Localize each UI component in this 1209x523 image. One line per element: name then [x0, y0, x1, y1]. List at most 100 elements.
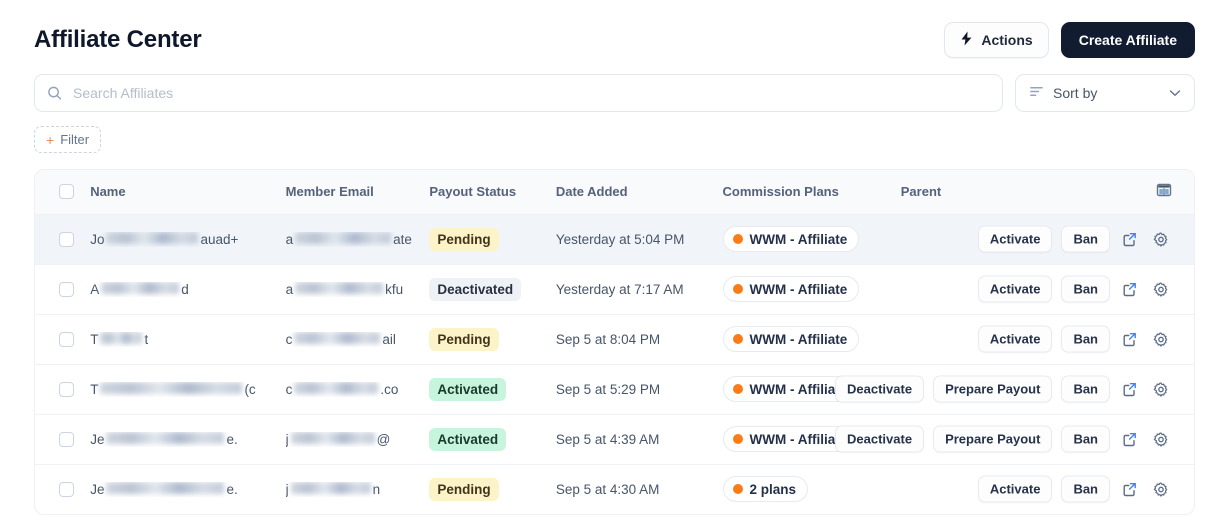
- select-all-checkbox[interactable]: [59, 184, 74, 200]
- row-select-cell: [35, 364, 91, 415]
- email-suffix: kfu: [385, 281, 404, 297]
- header-name[interactable]: Name: [90, 170, 286, 215]
- add-filter-button[interactable]: + Filter: [34, 126, 102, 153]
- row-checkbox[interactable]: [59, 431, 74, 447]
- row-checkbox[interactable]: [59, 331, 74, 347]
- filter-button-label: Filter: [60, 132, 90, 147]
- name-prefix: Je: [90, 431, 105, 447]
- row-action-deactivate-button[interactable]: Deactivate: [835, 375, 925, 403]
- commission-plan-pill[interactable]: WWM - Affiliate: [722, 276, 860, 302]
- gear-icon[interactable]: [1150, 478, 1172, 500]
- gear-icon[interactable]: [1150, 378, 1172, 400]
- plus-icon: +: [46, 131, 55, 148]
- page-title: Affiliate Center: [34, 26, 202, 53]
- header-parent[interactable]: Parent: [900, 170, 1079, 215]
- header-member-email[interactable]: Member Email: [285, 170, 430, 215]
- commission-plan-pill[interactable]: WWM - Affiliate: [722, 226, 860, 252]
- row-action-ban-button[interactable]: Ban: [1061, 375, 1110, 403]
- cell-payout-status: Pending: [429, 314, 556, 365]
- row-checkbox[interactable]: [59, 281, 74, 297]
- cell-row-actions: Activate Ban: [977, 314, 1194, 365]
- email-suffix: n: [372, 482, 381, 498]
- column-layout-icon[interactable]: [1156, 182, 1172, 201]
- cell-date-added: Sep 5 at 4:39 AM: [555, 414, 723, 465]
- external-link-icon[interactable]: [1119, 278, 1141, 300]
- table-body: Jo auad+ a ate Pending Yesterday at 5:04 PM WW…: [35, 214, 1194, 514]
- search-icon: [47, 86, 62, 101]
- cell-payout-status: Deactivated: [429, 264, 556, 315]
- gear-icon[interactable]: [1150, 228, 1172, 250]
- table-row[interactable]: Tt c ail Pending Sep 5 at 8:04 PM WWM - Affil…: [35, 314, 1194, 365]
- name-prefix: T: [90, 331, 99, 347]
- email-prefix: a: [285, 281, 294, 297]
- cell-row-actions: Deactivate Prepare Payout Ban: [835, 414, 1194, 465]
- external-link-icon[interactable]: [1119, 428, 1141, 450]
- redacted-text: [106, 231, 199, 244]
- gear-icon[interactable]: [1150, 428, 1172, 450]
- redacted-text: [295, 231, 392, 244]
- external-link-icon[interactable]: [1119, 328, 1141, 350]
- row-select-cell: [35, 464, 90, 514]
- row-action-prepare-payout-button[interactable]: Prepare Payout: [933, 375, 1053, 403]
- row-action-activate-button[interactable]: Activate: [977, 275, 1053, 303]
- cell-date-added: Sep 5 at 4:30 AM: [555, 481, 660, 497]
- row-action-ban-button[interactable]: Ban: [1061, 325, 1110, 353]
- table-row[interactable]: Je e. j @ Activated Sep 5 at 4:39 AM WWM - Aff…: [35, 414, 1194, 465]
- header-payout-status[interactable]: Payout Status: [429, 170, 556, 215]
- actions-button[interactable]: Actions: [944, 22, 1049, 58]
- row-select-cell: [35, 414, 91, 465]
- redacted-text: [101, 281, 180, 294]
- redacted-text: [290, 431, 375, 444]
- table-row[interactable]: Ad a kfu Deactivated Yesterday at 7:17 AM WWM…: [35, 264, 1194, 315]
- cell-member-email: j @: [285, 414, 430, 465]
- status-badge: Activated: [429, 427, 507, 451]
- commission-plan-pill[interactable]: 2 plans: [722, 476, 809, 503]
- row-action-ban-button[interactable]: Ban: [1061, 275, 1110, 303]
- header-commission-plans[interactable]: Commission Plans: [722, 170, 901, 215]
- row-checkbox[interactable]: [59, 481, 74, 497]
- gear-icon[interactable]: [1150, 278, 1172, 300]
- sort-by-button[interactable]: Sort by: [1015, 74, 1195, 112]
- external-link-icon[interactable]: [1119, 478, 1141, 500]
- create-affiliate-button[interactable]: Create Affiliate: [1060, 22, 1195, 58]
- row-action-activate-button[interactable]: Activate: [977, 225, 1053, 253]
- commission-plan-label: WWM - Affiliate: [749, 431, 848, 447]
- sort-lines-icon: [1029, 84, 1044, 102]
- email-prefix: c: [285, 331, 293, 347]
- redacted-text: [294, 331, 381, 344]
- table-row[interactable]: Je e. j n Pending Sep 5 at 4:30 AM 2 plans Acti…: [35, 464, 1194, 514]
- cell-row-actions: Deactivate Prepare Payout Ban: [835, 364, 1194, 415]
- row-checkbox[interactable]: [59, 381, 74, 397]
- redacted-text: [295, 281, 384, 294]
- email-suffix: @: [376, 431, 391, 447]
- cell-row-actions: Activate Ban: [977, 464, 1194, 514]
- name-suffix: auad+: [200, 231, 239, 247]
- commission-plan-label: WWM - Affiliate: [749, 381, 848, 397]
- email-suffix: ate: [393, 231, 412, 247]
- row-select-cell: [35, 214, 91, 265]
- row-action-ban-button[interactable]: Ban: [1061, 425, 1110, 453]
- table-row[interactable]: Jo auad+ a ate Pending Yesterday at 5:04 PM WW…: [35, 214, 1194, 265]
- header-date-added[interactable]: Date Added: [555, 170, 723, 215]
- header-action-group: Actions Create Affiliate: [944, 22, 1195, 58]
- redacted-text: [290, 482, 371, 495]
- search-input[interactable]: [34, 74, 1003, 112]
- row-action-ban-button[interactable]: Ban: [1061, 225, 1110, 253]
- external-link-icon[interactable]: [1119, 378, 1141, 400]
- gear-icon[interactable]: [1150, 328, 1172, 350]
- row-action-activate-button[interactable]: Activate: [977, 475, 1053, 503]
- commission-plan-pill[interactable]: WWM - Affiliate: [722, 326, 860, 352]
- cell-member-email: a ate: [285, 214, 430, 265]
- row-action-prepare-payout-button[interactable]: Prepare Payout: [933, 425, 1053, 453]
- row-action-activate-button[interactable]: Activate: [977, 325, 1053, 353]
- row-action-ban-button[interactable]: Ban: [1061, 475, 1110, 503]
- name-suffix: d: [181, 281, 189, 297]
- row-checkbox[interactable]: [59, 231, 74, 247]
- row-action-deactivate-button[interactable]: Deactivate: [835, 425, 925, 453]
- cell-commission-plans: WWM - Affiliate: [722, 264, 901, 315]
- commission-plan-label: 2 plans: [749, 481, 797, 497]
- external-link-icon[interactable]: [1119, 228, 1141, 250]
- status-badge: Activated: [429, 377, 507, 401]
- table-row[interactable]: T (c c .co Activated Sep 5 at 5:29 PM WWM - Af…: [35, 364, 1194, 415]
- email-prefix: a: [285, 231, 294, 247]
